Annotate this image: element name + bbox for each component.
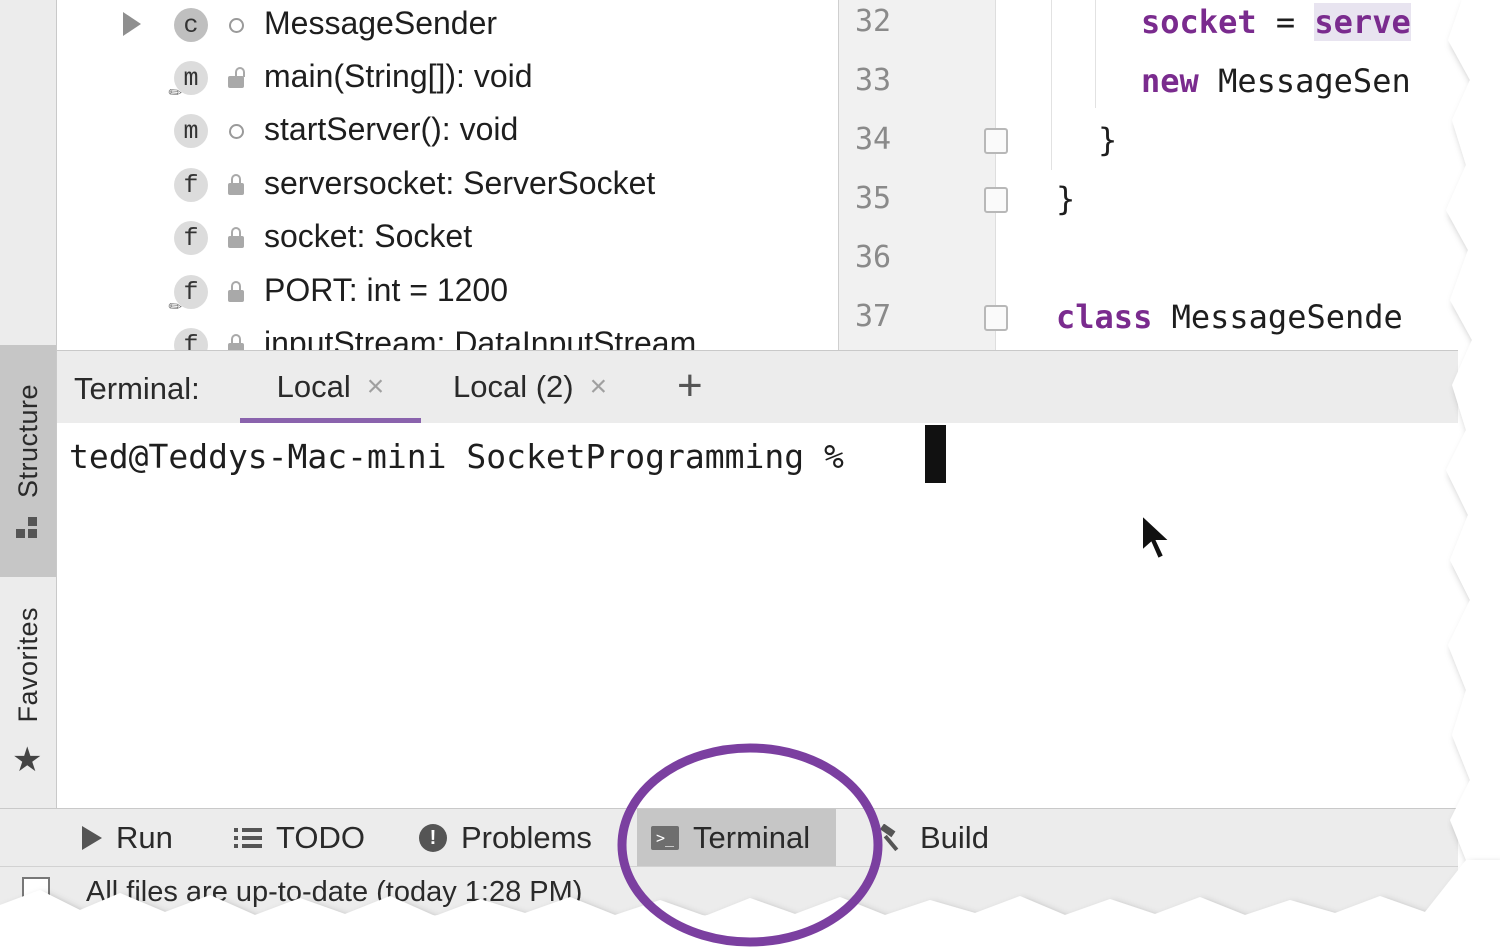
structure-tab-label: Structure xyxy=(12,383,43,499)
line-number: 32 xyxy=(855,4,892,39)
todo-tool-button[interactable]: TODO xyxy=(234,809,365,867)
toolbar-item-label: Build xyxy=(920,820,989,855)
class-icon: c xyxy=(174,8,208,42)
code-line-32: socket = serve xyxy=(1141,3,1411,41)
star-icon: ★ xyxy=(12,741,43,779)
run-tool-button[interactable]: Run xyxy=(82,809,173,867)
lock-icon xyxy=(225,334,247,350)
toolbar-item-label: TODO xyxy=(276,820,365,855)
status-bar: All files are up-to-date (today 1:28 PM) xyxy=(0,866,1458,915)
code-line-33: new MessageSen xyxy=(1141,62,1411,100)
toolbar-item-label: Terminal xyxy=(693,820,811,855)
status-square-icon[interactable] xyxy=(22,877,50,905)
indent-guide xyxy=(1095,0,1096,108)
fold-marker-icon[interactable] xyxy=(984,187,1008,213)
status-message: All files are up-to-date (today 1:28 PM) xyxy=(86,876,583,908)
line-gutter xyxy=(839,0,996,350)
structure-item-label: serversocket: ServerSocket xyxy=(264,165,656,201)
field-icon: f xyxy=(174,328,208,350)
mouse-cursor-icon xyxy=(1141,513,1173,561)
favorites-tab-label: Favorites xyxy=(12,607,43,723)
hammer-icon xyxy=(878,824,906,852)
problems-tool-button[interactable]: ! Problems xyxy=(419,809,592,867)
terminal-tab-bar: Terminal: Local × Local (2) × + xyxy=(57,350,1458,424)
tab-local-2[interactable]: Local (2) × xyxy=(453,351,607,423)
code-line-34: } xyxy=(1098,121,1118,159)
field-icon: f xyxy=(174,221,208,255)
line-number: 36 xyxy=(855,240,892,275)
left-tool-strip: Structure Favorites ★ xyxy=(0,0,57,808)
build-tool-button[interactable]: Build xyxy=(878,809,989,867)
structure-item-label: PORT: int = 1200 xyxy=(264,272,508,308)
lock-icon xyxy=(225,174,247,196)
new-tab-button[interactable]: + xyxy=(677,361,703,411)
line-number: 34 xyxy=(855,122,892,157)
terminal-tool-button[interactable]: >_ Terminal xyxy=(637,809,837,867)
code-line-37: class MessageSende xyxy=(1056,298,1403,336)
structure-tool-tab[interactable]: Structure xyxy=(0,345,56,577)
ide-window: Structure Favorites ★ c MessageSender m … xyxy=(0,0,1458,915)
tab-label: Local xyxy=(276,369,351,404)
indent-guide xyxy=(1051,0,1052,170)
unlock-icon xyxy=(225,67,247,89)
favorites-tool-tab[interactable]: Favorites ★ xyxy=(0,590,56,790)
problems-icon: ! xyxy=(419,824,447,852)
method-icon: m xyxy=(174,114,208,148)
field-icon: f xyxy=(174,168,208,202)
shell-prompt: ted@Teddys-Mac-mini SocketProgramming % xyxy=(69,437,864,476)
structure-item-label: socket: Socket xyxy=(264,218,473,254)
terminal-title: Terminal: xyxy=(74,371,200,406)
text-cursor xyxy=(925,425,946,483)
lock-icon xyxy=(225,281,247,303)
tab-local[interactable]: Local × xyxy=(240,351,421,423)
toolbar-item-label: Problems xyxy=(461,820,592,855)
lock-icon xyxy=(225,227,247,249)
code-line-35: } xyxy=(1056,180,1076,218)
structure-panel: c MessageSender m ✎ main(String[]): void… xyxy=(57,0,839,350)
tool-window-bar: Run TODO ! Problems >_ Terminal Build xyxy=(0,808,1458,867)
line-number: 33 xyxy=(855,63,892,98)
play-icon xyxy=(82,826,102,850)
close-icon[interactable]: × xyxy=(367,370,385,404)
close-icon[interactable]: × xyxy=(590,370,608,404)
structure-item-label: MessageSender xyxy=(264,5,498,41)
structure-item-label: inputStream: DataInputStream xyxy=(264,325,697,350)
line-number: 35 xyxy=(855,181,892,216)
triangle-right-icon[interactable] xyxy=(123,12,141,36)
code-editor[interactable]: 32 33 34 35 36 37 socket = serve new Mes… xyxy=(839,0,1458,350)
fold-marker-icon[interactable] xyxy=(984,305,1008,331)
tab-label: Local (2) xyxy=(453,369,574,404)
structure-item-label: startServer(): void xyxy=(264,111,519,147)
terminal-body[interactable]: ted@Teddys-Mac-mini SocketProgramming % xyxy=(57,423,1458,808)
fold-marker-icon[interactable] xyxy=(984,128,1008,154)
structure-item-label: main(String[]): void xyxy=(264,58,533,94)
visibility-icon xyxy=(225,14,247,36)
visibility-icon xyxy=(225,120,247,142)
terminal-icon: >_ xyxy=(651,826,679,850)
toolbar-item-label: Run xyxy=(116,820,173,855)
line-number: 37 xyxy=(855,299,892,334)
structure-icon xyxy=(16,517,37,538)
list-icon xyxy=(234,826,262,850)
